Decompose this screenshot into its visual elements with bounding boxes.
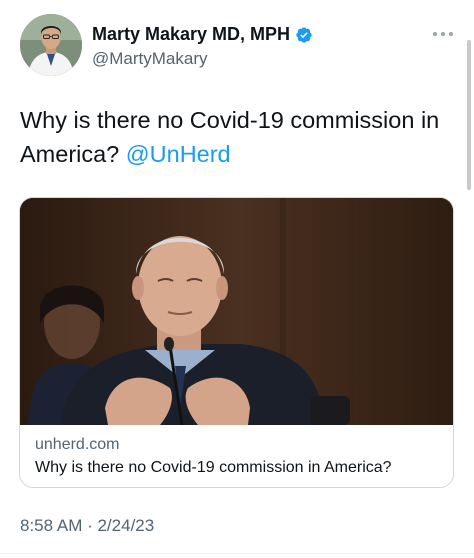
link-card-image[interactable] <box>20 198 453 426</box>
scrollbar[interactable] <box>467 40 471 190</box>
link-card-title: Why is there no Covid-19 commission in A… <box>35 459 392 476</box>
link-preview-card[interactable]: unherd.com Why is there no Covid-19 comm… <box>19 197 454 488</box>
link-card-domain: unherd.com <box>35 436 120 453</box>
hearing-photo-icon <box>20 198 453 426</box>
tweet-page: Marty Makary MD, MPH @MartyMakary Why is… <box>0 0 474 558</box>
tweet-text: Why is there no Covid-19 commission in A… <box>20 103 460 171</box>
avatar-photo-icon <box>20 14 82 76</box>
author-display-name[interactable]: Marty Makary MD, MPH <box>92 24 290 45</box>
more-options-icon[interactable] <box>432 26 454 37</box>
link-card-meta: unherd.com Why is there no Covid-19 comm… <box>35 436 445 477</box>
divider <box>0 553 474 554</box>
tweet-header: Marty Makary MD, MPH @MartyMakary <box>20 14 460 78</box>
verified-badge-icon[interactable] <box>295 26 313 44</box>
display-name-row: Marty Makary MD, MPH <box>92 24 313 45</box>
author-avatar[interactable] <box>20 14 82 76</box>
author-handle[interactable]: @MartyMakary <box>92 49 313 69</box>
tweet-timestamp[interactable]: 8:58 AM · 2/24/23 <box>20 516 154 536</box>
mention-link[interactable]: @UnHerd <box>126 141 231 167</box>
author-names: Marty Makary MD, MPH @MartyMakary <box>92 24 313 69</box>
